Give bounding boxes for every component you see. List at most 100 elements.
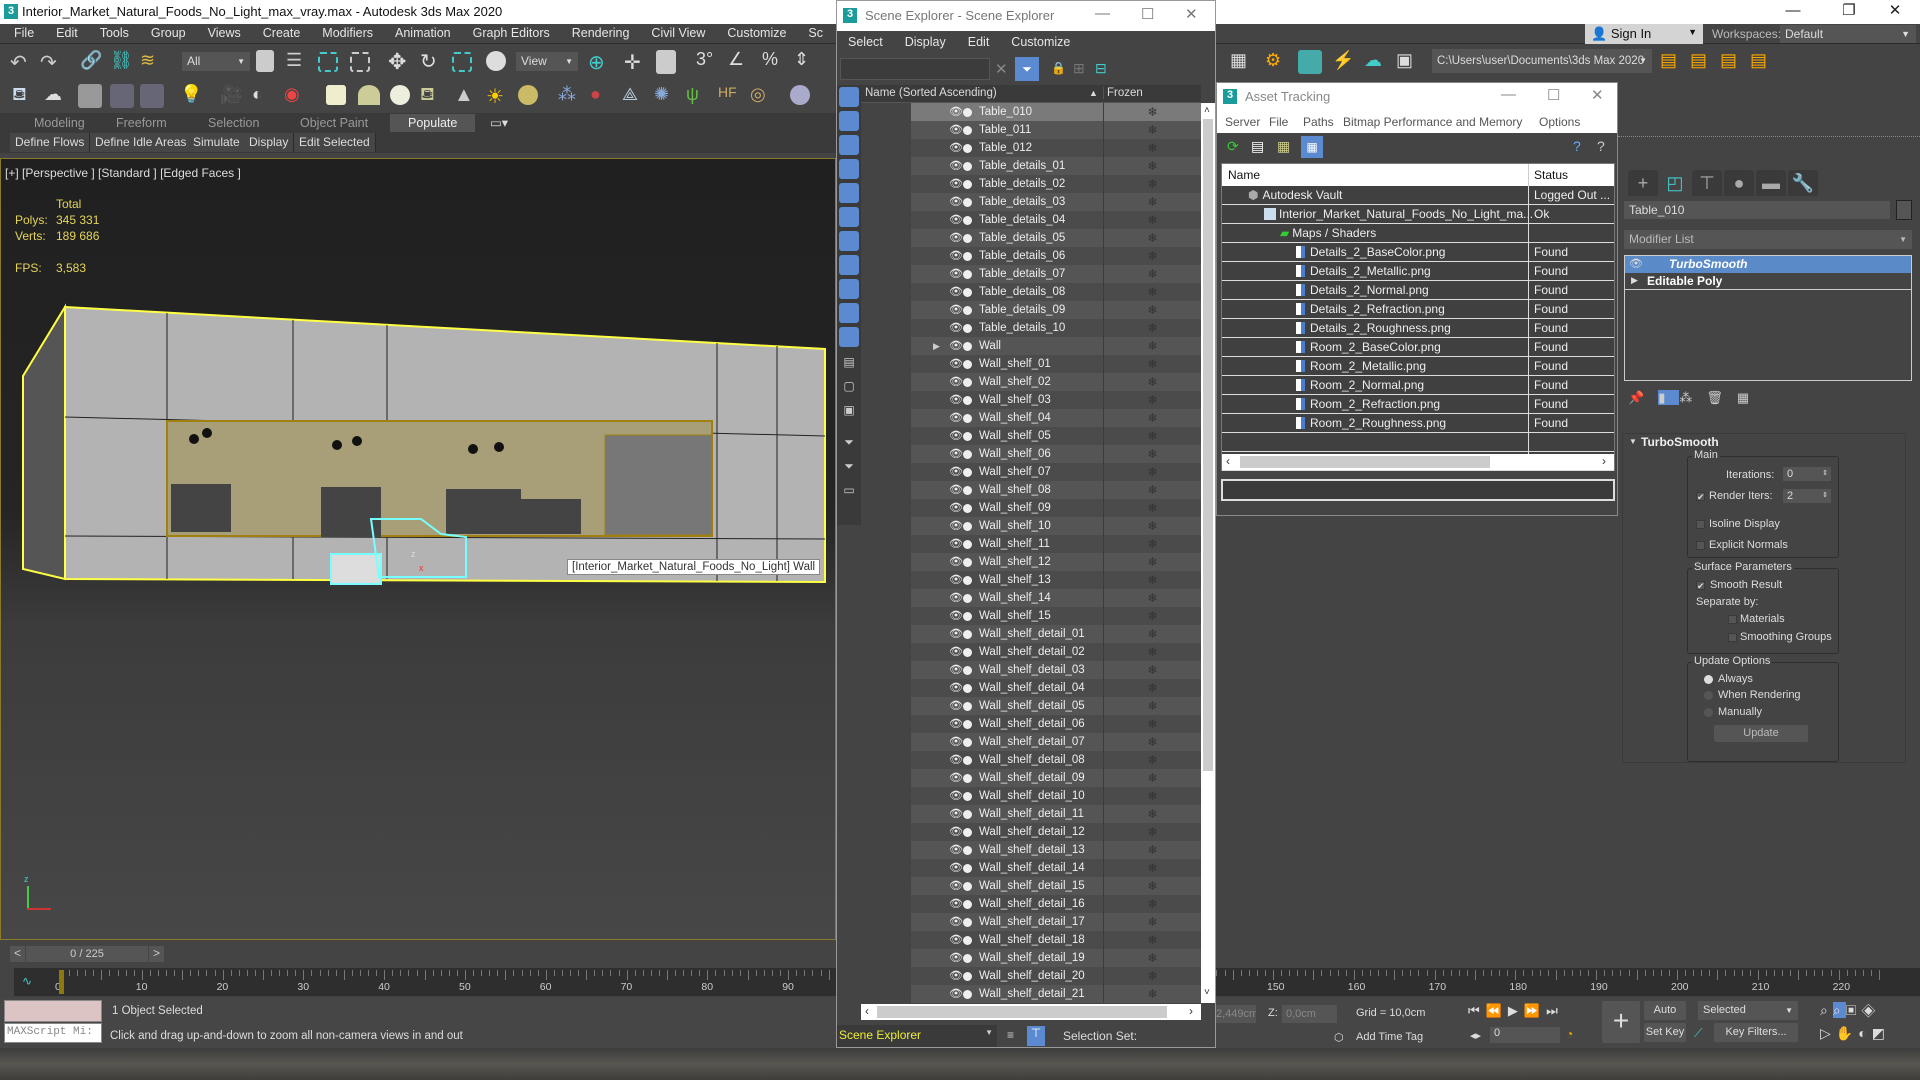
renderable-dot-icon[interactable] — [963, 684, 972, 693]
asset-row[interactable]: Room_2_BaseColor.png Found — [1222, 338, 1614, 357]
minimize-button[interactable]: — — [1501, 86, 1516, 103]
scene-object-row[interactable]: 👁 Wall_shelf_detail_21 ❄ — [911, 985, 1201, 1003]
visibility-eye-icon[interactable]: 👁 — [949, 697, 963, 715]
renderable-dot-icon[interactable] — [963, 216, 972, 225]
panel-drag-handle[interactable] — [1618, 136, 1920, 138]
scene-object-row[interactable]: 👁 Wall_shelf_detail_17 ❄ — [911, 913, 1201, 931]
visibility-eye-icon[interactable]: 👁 — [949, 571, 963, 589]
frozen-snowflake-icon[interactable]: ❄ — [1103, 769, 1201, 787]
scale-icon[interactable] — [452, 52, 472, 72]
close-button[interactable]: ✕ — [1591, 86, 1604, 104]
visibility-eye-icon[interactable]: 👁 — [949, 211, 963, 229]
visibility-eye-icon[interactable]: 👁 — [949, 589, 963, 607]
frozen-snowflake-icon[interactable]: ❄ — [1103, 715, 1201, 733]
menu-rendering[interactable]: Rendering — [561, 24, 641, 42]
frozen-snowflake-icon[interactable]: ❄ — [1103, 679, 1201, 697]
rollout-title[interactable]: TurboSmooth — [1641, 435, 1719, 449]
renderable-dot-icon[interactable] — [963, 198, 972, 207]
project-settings-icon[interactable]: ▤ — [1660, 50, 1684, 74]
renderable-dot-icon[interactable] — [963, 828, 972, 837]
renderable-dot-icon[interactable] — [963, 738, 972, 747]
expand-arrow-icon[interactable]: ▶ — [933, 337, 940, 355]
menu-edit[interactable]: Edit — [957, 33, 1001, 51]
maximize-button[interactable]: ☐ — [1141, 5, 1154, 23]
z-coordinate-field[interactable]: 0,0cm — [1282, 1005, 1337, 1023]
filter-icon[interactable]: ⏷ — [1015, 57, 1039, 81]
bind-space-warp-icon[interactable]: ≋ — [140, 50, 164, 74]
render-iters-spinner[interactable]: 2 ⇕ — [1783, 489, 1831, 503]
display-none-icon[interactable]: ▢ — [839, 379, 859, 399]
visibility-eye-icon[interactable]: 👁 — [949, 139, 963, 157]
angle-snap-icon[interactable]: ∠ — [728, 49, 752, 73]
field-of-view-icon[interactable]: ▷ — [1820, 1025, 1836, 1041]
render-iters-checkbox[interactable]: ✔ — [1696, 492, 1705, 502]
scene-object-row[interactable]: 👁 Wall_shelf_detail_11 ❄ — [911, 805, 1201, 823]
asset-row[interactable]: Room_2_Metallic.png Found — [1222, 357, 1614, 376]
vray-plane-light-icon[interactable] — [326, 85, 346, 105]
scene-object-row[interactable]: 👁 Wall_shelf_detail_09 ❄ — [911, 769, 1201, 787]
minimize-button[interactable]: — — [1095, 5, 1110, 22]
time-configuration-icon[interactable]: ◔ — [1566, 1027, 1573, 1041]
visibility-eye-icon[interactable]: 👁 — [949, 715, 963, 733]
menu-customize[interactable]: Customize — [1000, 33, 1081, 51]
frozen-snowflake-icon[interactable]: ❄ — [1103, 121, 1201, 139]
placement-icon[interactable] — [486, 51, 506, 71]
renderable-dot-icon[interactable] — [963, 864, 972, 873]
project-tree-icon[interactable]: ▤ — [1750, 50, 1774, 74]
scene-object-row[interactable]: 👁 Wall_shelf_03 ❄ — [911, 391, 1201, 409]
asset-row[interactable]: Details_2_BaseColor.png Found — [1222, 243, 1614, 262]
visibility-eye-icon[interactable]: 👁 — [949, 337, 963, 355]
visibility-eye-icon[interactable]: 👁 — [949, 301, 963, 319]
menu-civil-view[interactable]: Civil View — [640, 24, 716, 42]
frozen-snowflake-icon[interactable]: ❄ — [1103, 409, 1201, 427]
frozen-snowflake-icon[interactable]: ❄ — [1103, 859, 1201, 877]
visibility-eye-icon[interactable]: 👁 — [949, 283, 963, 301]
maxscript-listener-output[interactable] — [4, 1000, 102, 1022]
scene-object-row[interactable]: 👁 Table_details_06 ❄ — [911, 247, 1201, 265]
utilities-tab-icon[interactable]: 🔧 — [1788, 170, 1818, 196]
renderable-dot-icon[interactable] — [963, 612, 972, 621]
sort-by-hierarchy-icon[interactable]: ⊤ — [1027, 1026, 1045, 1046]
minimize-button[interactable]: — — [1770, 0, 1816, 24]
menu-server[interactable]: Server — [1225, 115, 1260, 129]
frozen-snowflake-icon[interactable]: ❄ — [1103, 985, 1201, 1003]
visibility-eye-icon[interactable]: 👁 — [949, 877, 963, 895]
asset-row[interactable]: Details_2_Refraction.png Found — [1222, 300, 1614, 319]
horizontal-scrollbar-thumb[interactable] — [877, 1006, 1167, 1018]
display-tab-icon[interactable]: ▬ — [1756, 170, 1786, 196]
scene-object-row[interactable]: 👁 Wall_shelf_09 ❄ — [911, 499, 1201, 517]
vray-sphere-icon[interactable]: ✺ — [654, 84, 678, 108]
always-radio[interactable] — [1704, 675, 1713, 684]
frozen-snowflake-icon[interactable]: ❄ — [1103, 337, 1201, 355]
remove-modifier-icon[interactable]: 🗑 — [1706, 390, 1737, 405]
layer-explorer-icon[interactable] — [140, 84, 164, 108]
frozen-snowflake-icon[interactable]: ❄ — [1103, 913, 1201, 931]
project-folder-dropdown[interactable]: C:\Users\user\Documents\3ds Max 2020 ▼ — [1432, 49, 1652, 73]
scene-explorer-icon[interactable] — [110, 84, 134, 108]
move-icon[interactable]: ✥ — [388, 49, 412, 74]
vray-ambient-light-icon[interactable] — [518, 85, 538, 105]
renderable-dot-icon[interactable] — [963, 540, 972, 549]
display-containers-icon[interactable] — [839, 303, 859, 323]
update-button[interactable]: Update — [1714, 725, 1808, 742]
visibility-eye-icon[interactable]: 👁 — [949, 931, 963, 949]
visibility-eye-icon[interactable]: 👁 — [949, 319, 963, 337]
frozen-snowflake-icon[interactable]: ❄ — [1103, 823, 1201, 841]
renderable-dot-icon[interactable] — [963, 576, 972, 585]
visibility-eye-icon[interactable]: 👁 — [949, 661, 963, 679]
renderable-dot-icon[interactable] — [963, 954, 972, 963]
asset-row[interactable]: Details_2_Roughness.png Found — [1222, 319, 1614, 338]
rotate-icon[interactable]: ↻ — [420, 49, 444, 73]
select-by-name-icon[interactable]: ☰ — [286, 50, 310, 74]
asset-tracking-titlebar[interactable]: 3 Asset Tracking — ☐ ✕ — [1217, 83, 1617, 111]
visibility-eye-icon[interactable]: 👁 — [949, 193, 963, 211]
scene-object-row[interactable]: 👁 Wall_shelf_07 ❄ — [911, 463, 1201, 481]
frozen-snowflake-icon[interactable]: ❄ — [1103, 463, 1201, 481]
smooth-result-checkbox[interactable]: ✔ — [1696, 581, 1705, 591]
next-frame-button[interactable]: > — [149, 946, 164, 962]
scene-object-row[interactable]: 👁 Table_details_05 ❄ — [911, 229, 1201, 247]
renderable-dot-icon[interactable] — [963, 720, 972, 729]
sign-in-button[interactable]: 👤 Sign In ▼ — [1585, 24, 1703, 44]
frozen-snowflake-icon[interactable]: ❄ — [1103, 175, 1201, 193]
iterations-spinner[interactable]: 0 ⇕ — [1783, 467, 1831, 481]
